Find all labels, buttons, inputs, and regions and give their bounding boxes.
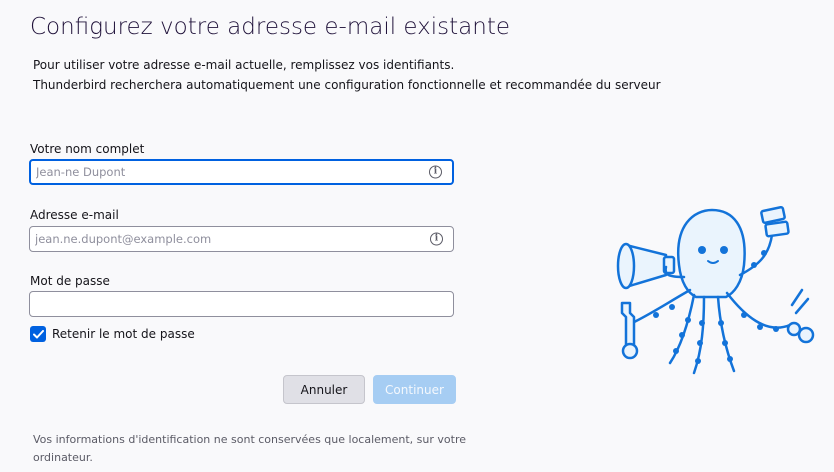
email-input[interactable] <box>30 227 420 251</box>
continue-button[interactable]: Continuer <box>373 375 456 404</box>
remember-password-checkbox[interactable] <box>30 326 46 342</box>
checkmark-icon <box>32 329 44 338</box>
description-line-2: Thunderbird recherchera automatiquement … <box>33 78 661 92</box>
privacy-footnote: Vos informations d'identification ne son… <box>33 433 467 464</box>
name-input[interactable] <box>31 161 421 183</box>
password-field-container <box>29 291 454 317</box>
password-label: Mot de passe <box>30 274 110 288</box>
remember-password-label: Retenir le mot de passe <box>52 327 195 341</box>
info-icon[interactable]: i <box>430 232 443 246</box>
page-title: Configurez votre adresse e-mail existant… <box>30 14 511 40</box>
email-field-container: i <box>29 226 454 252</box>
cancel-button[interactable]: Annuler <box>283 375 365 404</box>
name-label: Votre nom complet <box>30 142 145 156</box>
name-field-container: i <box>29 159 454 185</box>
password-input[interactable] <box>30 292 453 316</box>
email-label: Adresse e-mail <box>30 208 119 222</box>
info-icon[interactable]: i <box>429 165 442 179</box>
remember-password-row[interactable]: Retenir le mot de passe <box>30 326 195 342</box>
description-line-1: Pour utiliser votre adresse e-mail actue… <box>33 58 455 72</box>
octopus-mascot-illustration <box>616 205 815 375</box>
